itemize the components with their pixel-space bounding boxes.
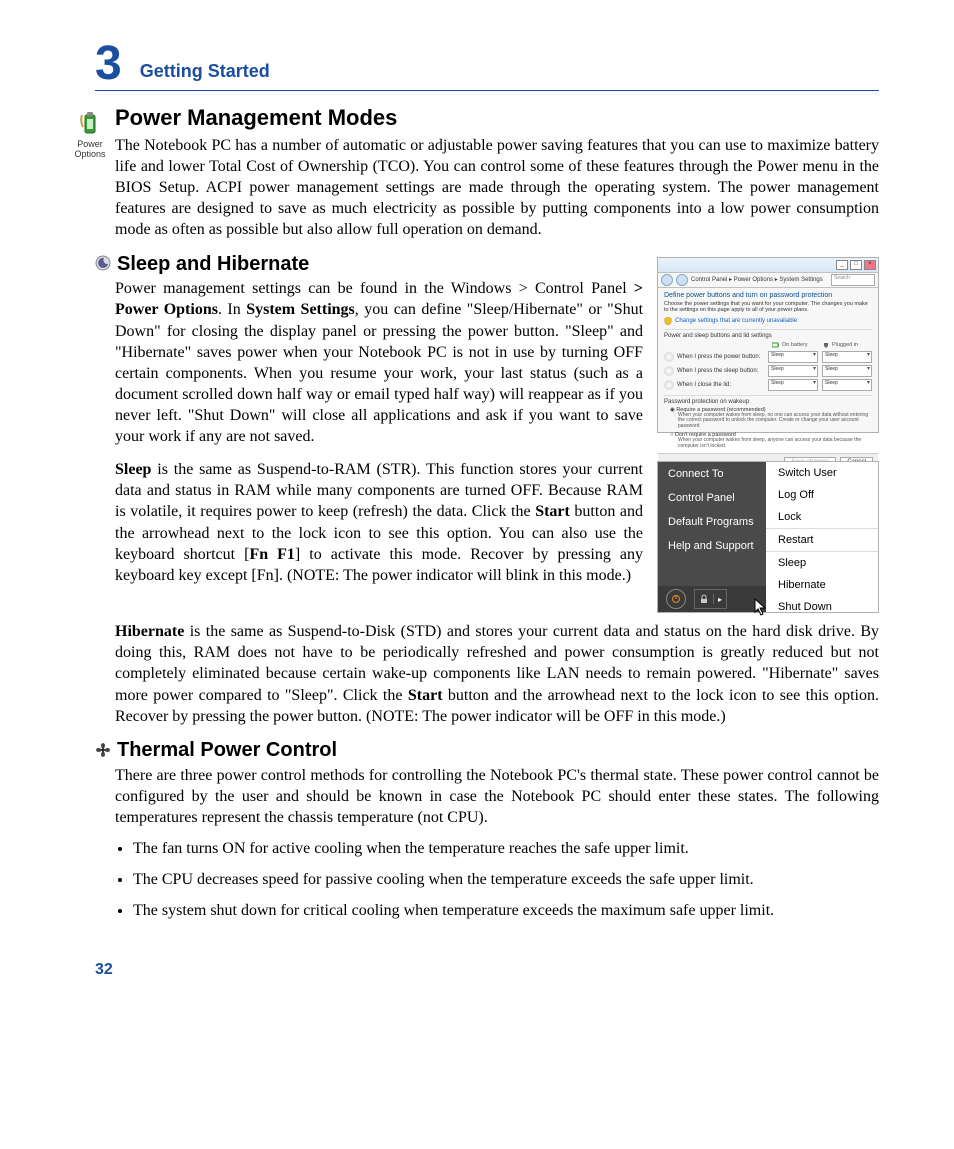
maximize-icon: □ [850,260,862,270]
back-icon [661,274,673,286]
breadcrumb: Control Panel ▸ Power Options ▸ System S… [691,276,823,283]
para-power-management: The Notebook PC has a number of automati… [115,135,879,241]
heading-sleep-hibernate: Sleep and Hibernate [117,253,309,275]
menu-item: Default Programs [658,510,766,534]
window-titlebar: _ □ × [658,258,878,273]
dropdown: Sleep [822,351,872,363]
chevron-right-icon: ▸ [714,595,726,604]
menu-item: Control Panel [658,486,766,510]
power-button-icon [664,352,674,362]
dropdown: Sleep [768,365,818,377]
battery-icon [772,341,780,349]
section-password: Password protection on wakeup [664,395,872,405]
close-icon: × [864,260,876,270]
menu-item: Sleep [766,552,878,574]
change-settings-link: Change settings that are currently unava… [664,317,872,325]
note-require: When your computer wakes from sleep, no … [678,413,872,430]
menu-item: Restart [766,529,878,552]
bullet-item: The system shut down for critical coolin… [133,900,879,921]
minimize-icon: _ [836,260,848,270]
chapter-title: Getting Started [140,61,270,88]
sleep-button-icon [664,366,674,376]
chapter-header: 3 Getting Started [95,40,879,91]
para-hibernate-def: Hibernate is the same as Suspend-to-Disk… [115,621,879,727]
search-input: Search [831,274,875,286]
heading-power-management: Power Management Modes [115,105,879,131]
page-number: 32 [95,961,879,979]
row-power-button: When I press the power button:SleepSleep [664,351,872,363]
lock-icon [695,594,714,604]
plug-icon [822,341,830,349]
figure-start-menu: Connect To Control Panel Default Program… [657,461,879,613]
menu-item: Help and Support [658,534,766,558]
menu-item: Switch User [766,462,878,484]
settings-sub: Choose the power settings that you want … [664,301,872,314]
note-norequire: When your computer wakes from sleep, any… [678,438,872,450]
fan-icon [95,742,111,763]
cursor-icon [754,598,768,616]
chapter-number: 3 [95,40,122,88]
moon-icon [95,255,111,276]
shield-icon [664,317,672,325]
power-options-icon: Power Options [70,109,110,159]
icon-label: Power Options [74,139,105,159]
lid-icon [664,380,674,390]
menu-item: Hibernate [766,574,878,596]
start-menu-right: Switch User Log Off Lock Restart Sleep H… [766,462,878,612]
section-thermal: Thermal Power Control There are three po… [115,739,879,921]
menu-item: Shut Down [766,596,878,618]
menu-item: Connect To [658,462,766,486]
row-close-lid: When I close the lid:SleepSleep [664,379,872,391]
forward-icon [676,274,688,286]
menu-item: Lock [766,506,878,529]
section-label: Power and sleep buttons and lid settings [664,333,872,339]
bullet-item: The fan turns ON for active cooling when… [133,838,879,859]
settings-heading: Define power buttons and turn on passwor… [664,292,872,299]
start-menu-left: Connect To Control Panel Default Program… [658,462,766,612]
para-thermal: There are three power control methods fo… [115,765,879,828]
section-power-management: Power Options Power Management Modes The… [115,105,879,241]
bullet-item: The CPU decreases speed for passive cool… [133,869,879,890]
lock-group: ▸ [694,589,727,609]
figure-system-settings: _ □ × Control Panel ▸ Power Options ▸ Sy… [657,257,879,433]
row-sleep-button: When I press the sleep button:SleepSleep [664,365,872,377]
heading-thermal: Thermal Power Control [117,739,337,761]
dropdown: Sleep [822,379,872,391]
dropdown: Sleep [822,365,872,377]
menu-item: Log Off [766,484,878,506]
power-icon [666,589,686,609]
dropdown: Sleep [768,351,818,363]
section-sleep-hibernate: Sleep and Hibernate _ □ × Control Panel … [115,253,879,727]
dropdown: Sleep [768,379,818,391]
address-bar: Control Panel ▸ Power Options ▸ System S… [658,273,878,288]
thermal-bullets: The fan turns ON for active cooling when… [115,838,879,921]
